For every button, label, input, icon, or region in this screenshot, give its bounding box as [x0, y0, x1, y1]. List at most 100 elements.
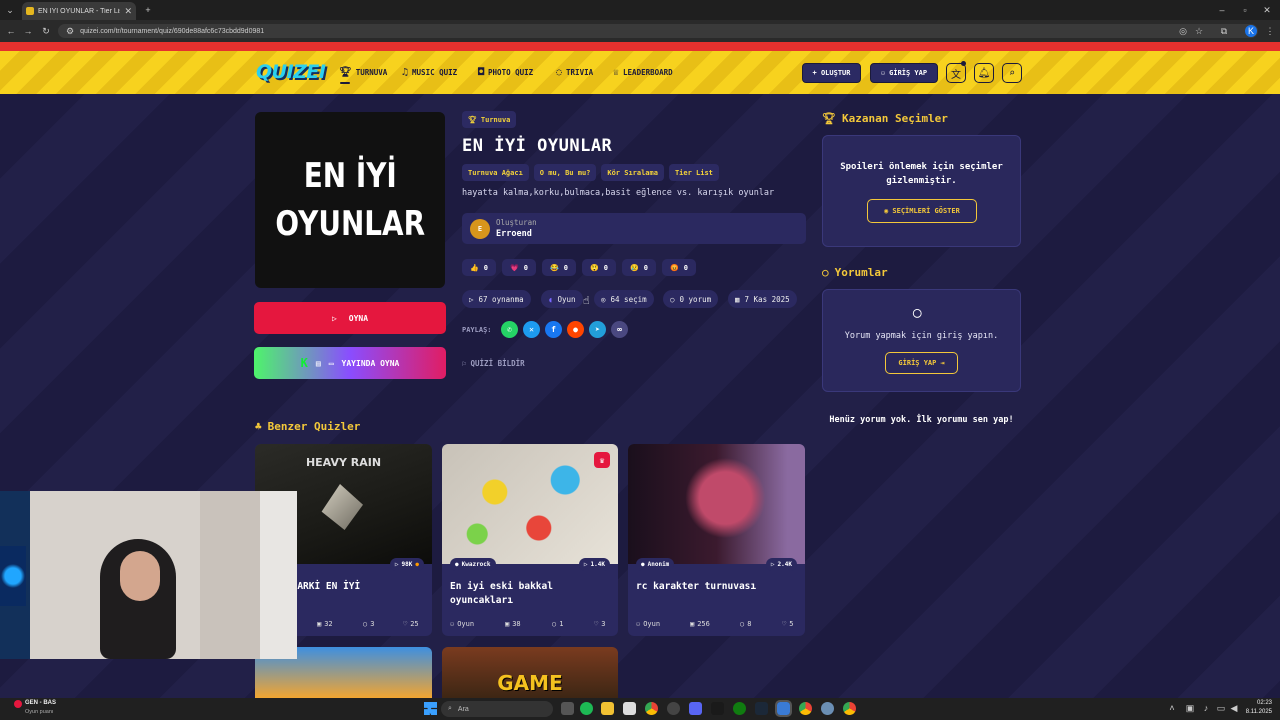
reaction-angry[interactable]: 😡 0: [662, 259, 696, 276]
reload-icon[interactable]: ↻: [40, 25, 52, 37]
creator-name[interactable]: Erroend: [496, 229, 532, 239]
extensions-icon[interactable]: ⧉: [1218, 25, 1230, 37]
minimize-icon[interactable]: –: [1216, 4, 1228, 16]
file-explorer-icon[interactable]: [601, 702, 614, 715]
nav-item-trivia[interactable]: ◌ TRIVIA: [556, 67, 593, 78]
tray-app-icon[interactable]: ▣: [1184, 702, 1196, 714]
reddit-icon[interactable]: ●: [567, 321, 584, 338]
clock-time[interactable]: 02:23: [1242, 700, 1272, 706]
play-icon: ▷: [770, 561, 775, 568]
network-icon[interactable]: ▭: [1215, 702, 1227, 714]
eye-off-icon[interactable]: ◎: [1177, 25, 1189, 37]
forward-icon[interactable]: →: [22, 25, 34, 37]
active-app-icon[interactable]: [775, 700, 792, 717]
card-stat-choices: ▣ 32: [317, 620, 333, 628]
mode-tag[interactable]: Tier List: [668, 164, 719, 181]
clock-date[interactable]: 8.11.2025: [1232, 709, 1272, 715]
discord-icon[interactable]: [689, 702, 702, 715]
card-stat-comments: ○ 8: [740, 620, 751, 628]
quiz-card[interactable]: ● Anonim ▷ 2.4K rc karakter turnuvası ⚇ Oyu…: [628, 444, 805, 636]
steam-icon[interactable]: [755, 702, 768, 715]
chrome-icon[interactable]: [645, 702, 658, 715]
nav-item-photo-quiz[interactable]: ◘ PHOTO QUIZ: [478, 67, 533, 78]
url-field[interactable]: ⚙ quizei.com/tr/tournament/quiz/690de88a…: [58, 24, 1258, 38]
user-icon: ⚇: [450, 620, 455, 628]
nav-item-turnuva[interactable]: 🏆︎ TURNUVA: [339, 67, 387, 78]
microphone-icon[interactable]: ♪: [1200, 702, 1212, 714]
browser-menu-icon[interactable]: ⋮: [1264, 25, 1276, 37]
reaction-count: 0: [523, 263, 528, 272]
back-icon[interactable]: ←: [5, 25, 17, 37]
show-choices-button[interactable]: ◉ SEÇİMLERİ GÖSTER: [867, 199, 977, 223]
store-icon[interactable]: [623, 702, 636, 715]
new-tab-icon[interactable]: +: [142, 4, 154, 16]
app-icon[interactable]: [821, 702, 834, 715]
github-icon[interactable]: [667, 702, 680, 715]
category-tag[interactable]: 🏆︎ Turnuva: [462, 111, 517, 128]
card-plays-badge: ▷ 1.4K: [578, 558, 610, 571]
reaction-like[interactable]: 👍 0: [462, 259, 496, 276]
xbox-icon[interactable]: [733, 702, 746, 715]
trophy-icon: 🏆︎: [822, 112, 836, 125]
search-icon[interactable]: ⌕: [1002, 63, 1022, 83]
stat-value: 25: [410, 620, 419, 628]
mode-tag[interactable]: Kör Sıralama: [601, 164, 664, 181]
site-info-icon[interactable]: ⚙: [66, 26, 74, 37]
copy-link-icon[interactable]: ∞: [611, 321, 628, 338]
bookmark-star-icon[interactable]: ☆: [1193, 25, 1205, 37]
tab-list-chevron-icon[interactable]: ⌄: [4, 4, 16, 16]
comment-login-button[interactable]: GİRİŞ YAP ⇥: [885, 352, 958, 374]
reaction-laugh[interactable]: 😂 0: [542, 259, 576, 276]
mode-tag[interactable]: O mu, Bu mu?: [533, 164, 597, 181]
reaction-sad[interactable]: 😢 0: [622, 259, 656, 276]
stat-category[interactable]: ◖ Oyun: [541, 290, 583, 308]
choices-icon: ▣: [317, 620, 322, 628]
card-image-text: HEAVY RAIN: [305, 456, 382, 469]
whatsapp-icon[interactable]: ✆: [501, 321, 518, 338]
bell-icon[interactable]: 🔔︎: [974, 63, 994, 83]
choices-icon: ▣: [690, 620, 695, 628]
winners-title: Kazanan Seçimler: [841, 112, 948, 125]
category-tag-label: Turnuva: [480, 115, 511, 124]
card-stat-choices: ▣ 256: [690, 620, 710, 628]
play-live-button[interactable]: K ▤ ▭ YAYINDA OYNA: [254, 347, 446, 379]
login-prompt: Yorum yapmak için giriş yapın.: [844, 331, 999, 341]
reaction-count: 0: [563, 263, 568, 272]
translate-icon[interactable]: 文: [946, 63, 966, 83]
taskbar-widget-title[interactable]: GEN - BAS: [25, 700, 56, 706]
telegram-icon[interactable]: ➤: [589, 321, 606, 338]
comment-icon: ○: [552, 620, 557, 628]
spotify-icon[interactable]: [580, 702, 593, 715]
play-button[interactable]: ▷ OYNA: [254, 302, 446, 334]
create-button[interactable]: + OLUŞTUR: [802, 63, 861, 83]
quiz-card[interactable]: GAME: [442, 647, 618, 698]
nav-item-music-quiz[interactable]: ♫ MUSIC QUIZ: [402, 67, 457, 78]
tray-chevron-icon[interactable]: ˄: [1166, 702, 1178, 714]
browser-tab[interactable]: EN İYİ OYUNLAR - Tier List | Kı ✕: [22, 2, 136, 20]
card-plays-badge: ▷ 2.4K: [765, 558, 797, 571]
report-quiz-link[interactable]: ⚐ QUİZİ BİLDİR: [462, 359, 525, 368]
task-view-icon[interactable]: [561, 702, 574, 715]
taskbar-search[interactable]: ⌕ Ara: [441, 701, 553, 717]
chrome-icon[interactable]: [843, 702, 856, 715]
chrome-icon[interactable]: [799, 702, 812, 715]
vscode-icon[interactable]: [711, 702, 724, 715]
reaction-wow[interactable]: 😲 0: [582, 259, 616, 276]
login-button[interactable]: ⚇ GİRİŞ YAP: [870, 63, 938, 83]
card-title: rc karakter turnuvası: [636, 581, 757, 592]
nav-item-leaderboard[interactable]: ♕ LEADERBOARD: [613, 67, 673, 78]
close-window-icon[interactable]: ✕: [1261, 4, 1273, 16]
site-logo[interactable]: QUIZEI: [256, 61, 326, 83]
maximize-icon[interactable]: ▫: [1239, 4, 1251, 16]
quiz-card[interactable]: ♛ ● Kwazrock ▷ 1.4K En iyi eski bakkal oyu…: [442, 444, 618, 636]
reaction-heart[interactable]: 💗 0: [502, 259, 536, 276]
mode-tag[interactable]: Turnuva Ağacı: [462, 164, 529, 181]
close-tab-icon[interactable]: ✕: [124, 6, 132, 17]
comment-login-label: GİRİŞ YAP: [898, 359, 937, 367]
avatar-icon: ●: [455, 561, 459, 568]
profile-avatar[interactable]: K: [1245, 25, 1257, 37]
x-twitter-icon[interactable]: ✕: [523, 321, 540, 338]
facebook-icon[interactable]: f: [545, 321, 562, 338]
card-title: En iyi eski bakkal oyuncakları: [450, 581, 553, 606]
comment-icon: ○: [670, 294, 675, 304]
